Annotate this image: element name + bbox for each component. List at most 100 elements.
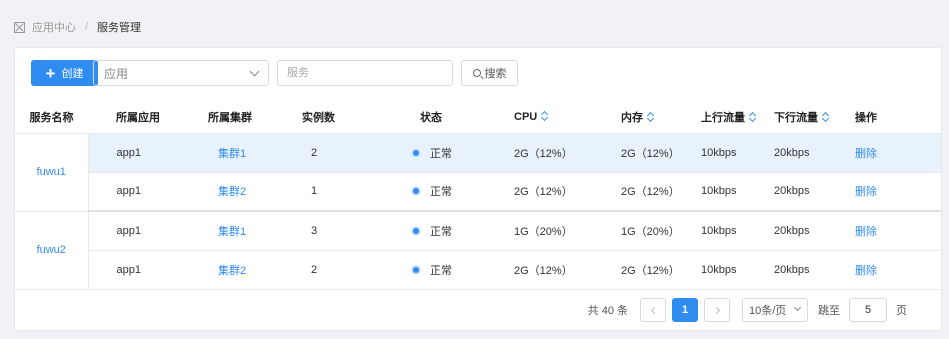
downstream-cell: 20kbps (774, 133, 855, 173)
delete-link[interactable]: 删除 (855, 265, 877, 277)
plus-icon: + (45, 63, 56, 83)
status-text: 正常 (430, 186, 452, 199)
cluster-link[interactable]: 集群1 (218, 148, 246, 160)
header-upstream[interactable]: 上行流量 (701, 101, 774, 134)
total-count: 共 40 条 (587, 305, 628, 317)
header-ops: 操作 (855, 101, 941, 134)
cpu-cell: 2G（12%） (514, 133, 621, 173)
table-row: fuwu1 app1 集群1 2 正常 2G（12%） 2G（12%） 10kb… (15, 133, 941, 212)
app-select[interactable]: 应用 (93, 60, 269, 86)
upstream-cell: 10kbps (701, 250, 774, 290)
status-dot-icon (413, 149, 419, 156)
status-cell: 正常 (380, 133, 514, 173)
create-button[interactable]: + 创建 (31, 60, 98, 86)
service-table: 服务名称 所属应用 所属集群 实例数 状态 CPU 内存 上行流量 下行流量 操… (15, 101, 941, 290)
upstream-cell: 10kbps (701, 172, 774, 212)
header-memory[interactable]: 内存 (621, 101, 701, 134)
breadcrumb: 应用中心 / 服务管理 (14, 19, 141, 35)
header-instances: 实例数 (285, 101, 380, 134)
jump-label: 跳至 (818, 305, 840, 317)
table-row: app1 集群2 2 正常 2G（12%） 2G（12%） 10kbps 20k… (15, 250, 941, 290)
next-page-button[interactable] (704, 298, 730, 322)
instances-cell: 1 (285, 172, 380, 212)
status-dot-icon (413, 266, 419, 273)
status-cell: 正常 (380, 172, 514, 212)
instances-cell: 2 (285, 250, 380, 290)
breadcrumb-parent[interactable]: 应用中心 (32, 19, 76, 35)
service-name-link[interactable]: fuwu2 (37, 244, 66, 256)
header-memory-label: 内存 (621, 111, 643, 124)
service-name-cell[interactable]: fuwu2 (15, 211, 89, 290)
page-unit-label: 页 (896, 305, 907, 317)
cluster-link[interactable]: 集群1 (218, 226, 246, 238)
app-cell: app1 (88, 133, 188, 173)
app-cell: app1 (88, 172, 188, 212)
search-button[interactable]: 搜索 (461, 60, 518, 86)
sort-icon[interactable] (541, 111, 548, 120)
search-button-label: 搜索 (484, 68, 507, 80)
sort-icon[interactable] (749, 112, 756, 121)
header-cpu-label: CPU (514, 110, 538, 123)
service-name-cell[interactable]: fuwu1 (15, 133, 89, 212)
app-cell: app1 (88, 211, 188, 251)
service-search-input[interactable] (277, 60, 453, 86)
table-header: 服务名称 所属应用 所属集群 实例数 状态 CPU 内存 上行流量 下行流量 操… (15, 101, 941, 134)
delete-link[interactable]: 删除 (855, 186, 877, 198)
header-name: 服务名称 (15, 101, 88, 134)
breadcrumb-current: 服务管理 (97, 22, 142, 34)
memory-cell: 2G（12%） (621, 133, 701, 173)
cpu-cell: 1G（20%） (514, 211, 621, 251)
downstream-cell: 20kbps (774, 172, 855, 212)
page-size-select[interactable]: 10条/页 (742, 298, 808, 322)
breadcrumb-separator: / (85, 21, 89, 33)
search-icon (472, 69, 481, 77)
upstream-cell: 10kbps (701, 211, 774, 251)
sort-icon[interactable] (822, 112, 829, 121)
table-row: app1 集群2 1 正常 2G（12%） 2G（12%） 10kbps 20k… (15, 172, 941, 212)
header-downstream-label: 下行流量 (774, 111, 818, 124)
instances-cell: 3 (285, 211, 380, 251)
pagination: 共 40 条 1 10条/页 跳至 页 (588, 298, 907, 322)
status-text: 正常 (430, 147, 452, 160)
cpu-cell: 2G（12%） (514, 172, 621, 212)
upstream-cell: 10kbps (701, 133, 774, 173)
delete-link[interactable]: 删除 (855, 148, 877, 160)
status-text: 正常 (430, 225, 452, 238)
app-cell: app1 (88, 250, 188, 290)
cluster-link[interactable]: 集群2 (218, 265, 246, 277)
cpu-cell: 2G（12%） (514, 250, 621, 290)
header-app: 所属应用 (88, 101, 188, 134)
status-cell: 正常 (380, 250, 514, 290)
memory-cell: 2G（12%） (621, 250, 701, 290)
sort-icon[interactable] (647, 112, 654, 121)
box-icon (14, 21, 25, 33)
page-size-value: 10条/页 (749, 305, 787, 317)
table-row: fuwu2 app1 集群1 3 正常 1G（20%） 1G（20%） 10kb… (15, 211, 941, 290)
app-select-value: 应用 (104, 66, 129, 81)
status-cell: 正常 (380, 211, 514, 251)
status-dot-icon (413, 227, 419, 234)
page-button-current[interactable]: 1 (672, 298, 698, 322)
header-status: 状态 (380, 101, 514, 134)
memory-cell: 2G（12%） (621, 172, 701, 212)
status-text: 正常 (430, 264, 452, 277)
prev-page-button[interactable] (640, 298, 666, 322)
instances-cell: 2 (285, 133, 380, 173)
chevron-right-icon (712, 306, 720, 314)
chevron-left-icon (650, 306, 658, 314)
cluster-link[interactable]: 集群2 (218, 186, 246, 198)
service-panel: + 创建 应用 搜索 服务名称 所属应用 所属集群 实例数 状态 CPU 内存 … (14, 47, 942, 331)
status-dot-icon (413, 188, 419, 195)
header-downstream[interactable]: 下行流量 (774, 101, 855, 134)
memory-cell: 1G（20%） (621, 211, 701, 251)
service-name-link[interactable]: fuwu1 (37, 166, 66, 178)
delete-link[interactable]: 删除 (855, 226, 877, 238)
jump-page-input[interactable] (849, 298, 887, 322)
header-cluster: 所属集群 (188, 101, 285, 134)
header-upstream-label: 上行流量 (701, 111, 745, 124)
downstream-cell: 20kbps (774, 250, 855, 290)
create-button-label: 创建 (61, 68, 84, 80)
chevron-down-icon (249, 66, 260, 77)
header-cpu[interactable]: CPU (514, 101, 621, 134)
chevron-down-icon (793, 303, 802, 312)
